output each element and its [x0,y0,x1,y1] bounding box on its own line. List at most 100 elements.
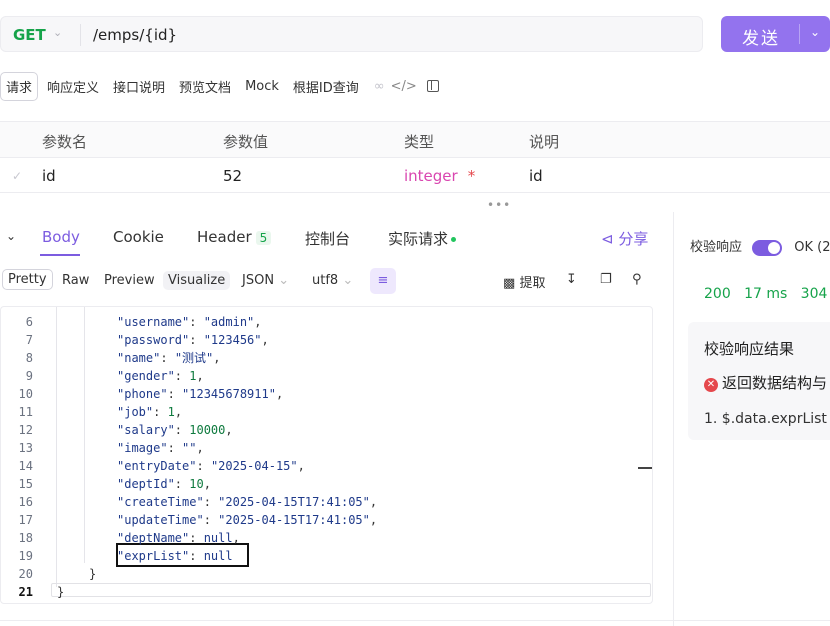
resize-handle-icon[interactable]: ••• [487,198,511,212]
response-tabs: ⌄ Body Cookie Header 5 控制台 实际请求 ⊲ 分享 [0,220,665,260]
view-raw[interactable]: Raw [57,271,94,290]
validate-status: OK (2 [794,240,830,255]
json-key: "username" [117,315,190,329]
error-text: 返回数据结构与 [722,374,828,392]
json-comma: , [225,423,233,437]
check-icon[interactable]: ✓ [12,169,22,183]
json-value: "2025-04-15T17:41:05" [218,495,370,509]
json-colon: : [196,459,211,473]
json-key: "entryDate" [117,459,197,473]
code-icon[interactable]: </> [391,79,417,94]
view-preview[interactable]: Preview [99,271,160,290]
download-icon[interactable]: ↧ [566,272,577,287]
tab-header[interactable]: Header 5 [197,228,272,246]
code-text: "deptName": null, [117,529,240,547]
line-number: 11 [18,405,33,419]
line-number: 6 [25,315,33,329]
view-visualize[interactable]: Visualize [163,271,231,290]
tab-actual-request[interactable]: 实际请求 [388,228,457,249]
line-number: 13 [18,441,33,455]
json-comma: , [196,369,204,383]
search-icon[interactable]: ⚲ [632,272,642,287]
send-button[interactable]: 发送 ⌄ [721,16,830,52]
json-comma: , [261,333,269,347]
param-value[interactable]: 52 [223,167,242,185]
send-button-label: 发送 [742,29,780,49]
chevron-down-icon[interactable]: ⌄ [53,26,62,39]
json-key: "deptName" [117,531,190,545]
column-header-type: 类型 [404,133,435,151]
code-line: 16 "createTime": "2025-04-15T17:41:05", [1,493,652,511]
json-comma: , [174,405,183,419]
chevron-down-icon: ⌄ [342,273,354,288]
json-comma: , [196,441,204,455]
divider [799,24,800,44]
json-key: "phone" [117,387,168,401]
copy-icon[interactable]: ❐ [600,272,612,287]
code-text: } [89,567,97,581]
tab-preview-docs[interactable]: 预览文档 [174,73,236,100]
line-number: 21 [18,585,33,599]
validate-toggle[interactable] [752,239,783,256]
code-line: 6 "username": "admin", [1,313,652,331]
tab-body[interactable]: Body [42,228,80,246]
link-icon[interactable]: ∞ [374,79,385,94]
json-key: "password" [117,333,190,347]
code-text: "image": "", [117,439,204,457]
chevron-down-icon[interactable]: ⌄ [6,229,16,243]
validation-panel: 校验响应 OK (2 200 17 ms 304 B 校验响应结果 ✕ 返回数据结… [674,212,830,626]
tab-mock[interactable]: Mock [240,75,284,98]
json-key: "job" [117,405,154,419]
line-number: 7 [25,333,33,347]
code-line: 20} [1,565,652,583]
line-number: 9 [25,369,33,383]
json-colon: : [189,531,204,545]
status-dot [451,237,457,242]
json-key: "salary" [117,423,175,437]
json-colon: : [203,513,219,527]
json-comma: , [369,495,378,509]
json-colon: : [160,351,175,365]
code-line: 10 "phone": "12345678911", [1,385,652,403]
share-icon: ⊲ [601,230,614,248]
json-value: 10 [189,477,204,491]
code-text: "createTime": "2025-04-15T17:41:05", [117,493,377,511]
layout-icon[interactable] [426,80,439,92]
code-text: "name": "测试", [117,349,221,367]
tab-console[interactable]: 控制台 [305,228,350,249]
share-button[interactable]: ⊲ 分享 [601,228,648,249]
code-text: "password": "123456", [117,331,269,349]
http-method-select[interactable]: GET [13,26,46,44]
code-line: 9 "gender": 1, [1,367,652,385]
line-number: 19 [18,549,33,563]
json-comma: , [275,387,284,401]
request-tabs: 请求 响应定义 接口说明 预览文档 Mock 根据ID查询 ∞ </> [0,71,439,101]
format-select[interactable]: JSON ⌄ [237,271,294,290]
code-line: 21} [1,583,652,601]
tab-api-description[interactable]: 接口说明 [108,73,170,100]
json-comma: , [232,531,240,545]
tab-response-definition[interactable]: 响应定义 [42,73,104,100]
table-row: ✓ id 52 integer * id [0,158,830,194]
url-input[interactable]: /emps/{id} [93,26,177,44]
response-code-viewer[interactable]: 6 "username": "admin", 7 "password": "12345… [0,306,653,604]
endpoint-name[interactable]: 根据ID查询 [288,73,364,100]
line-number: 15 [18,477,33,491]
encoding-value: utf8 [312,273,339,288]
param-description[interactable]: id [529,167,543,185]
json-colon: : [174,423,190,437]
required-mark: * [467,167,476,185]
tab-request[interactable]: 请求 [0,71,39,101]
code-text: "phone": "12345678911", [117,385,283,403]
tab-cookie[interactable]: Cookie [113,228,164,246]
view-pretty[interactable]: Pretty [2,269,53,290]
code-text: "deptId": 10, [117,475,211,493]
encoding-select[interactable]: utf8 ⌄ [307,271,358,290]
param-name[interactable]: id [42,167,56,185]
param-type[interactable]: integer * [404,167,475,185]
json-key: "deptId" [117,477,175,491]
chevron-down-icon[interactable]: ⌄ [810,25,820,39]
extract-button[interactable]: ▩ 提取 [503,272,545,291]
line-number: 8 [25,351,33,365]
word-wrap-icon[interactable]: ≡ [370,268,396,294]
